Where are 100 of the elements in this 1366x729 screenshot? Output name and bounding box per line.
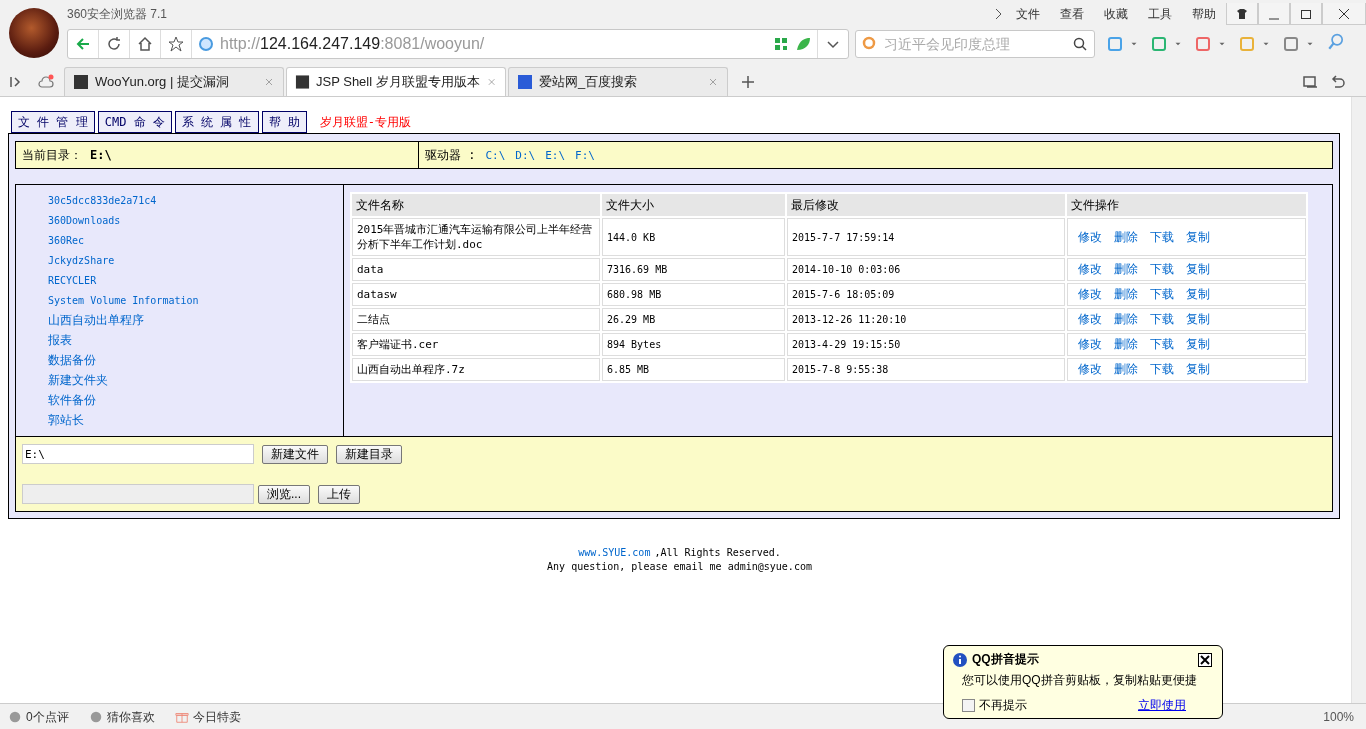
file-action-link[interactable]: 修改	[1078, 261, 1102, 278]
new-file-button[interactable]: 新建文件	[262, 444, 328, 464]
search-field[interactable]: 习近平会见印度总理	[882, 35, 1068, 53]
zoom-level[interactable]: 100%	[1323, 710, 1354, 724]
drive-link[interactable]: C:\	[485, 148, 506, 162]
path-input[interactable]: E:\	[22, 444, 254, 464]
file-action-link[interactable]: 下载	[1150, 311, 1174, 328]
favicon-icon	[73, 74, 89, 90]
file-action-link[interactable]: 删除	[1114, 228, 1138, 246]
nav-button[interactable]: 帮 助	[261, 111, 307, 133]
qr-code-icon	[773, 36, 789, 52]
file-action-link[interactable]: 删除	[1114, 361, 1138, 378]
file-name-cell: data	[352, 258, 600, 281]
folder-link[interactable]: 山西自动出单程序	[48, 313, 144, 333]
file-action-link[interactable]: 删除	[1114, 261, 1138, 278]
folder-link[interactable]: 报表	[48, 333, 72, 353]
file-name-cell: 山西自动出单程序.7z	[352, 358, 600, 381]
new-folder-button[interactable]: 新建目录	[336, 444, 402, 464]
folder-link[interactable]: 数据备份	[48, 353, 96, 373]
drive-link[interactable]: F:\	[575, 148, 595, 162]
folder-link[interactable]: RECYCLER	[48, 273, 97, 293]
skin-button[interactable]	[1226, 3, 1258, 25]
folder-link[interactable]: 新建文件夹	[48, 373, 108, 393]
file-action-link[interactable]: 下载	[1150, 336, 1174, 353]
info-icon	[952, 651, 968, 668]
file-action-link[interactable]: 修改	[1078, 311, 1102, 328]
modified-cell: 2015-7-8 9:55:38	[787, 358, 1065, 381]
file-action-link[interactable]: 删除	[1114, 311, 1138, 328]
favicon-icon	[295, 74, 310, 90]
checkbox[interactable]	[962, 699, 975, 712]
folder-link[interactable]: 软件备份	[48, 393, 96, 413]
menu-item[interactable]: 帮助	[1182, 5, 1226, 23]
folder-link[interactable]: 360Rec	[48, 233, 85, 253]
nav-button[interactable]: CMD 命 令	[97, 111, 172, 133]
file-action-link[interactable]: 复制	[1186, 336, 1210, 353]
browser-tab[interactable]: WooYun.org | 提交漏洞	[64, 67, 284, 96]
menu-item[interactable]: 查看	[1050, 5, 1094, 23]
file-action-link[interactable]: 下载	[1150, 361, 1174, 378]
file-action-link[interactable]: 复制	[1186, 311, 1210, 328]
gift-icon	[174, 710, 189, 724]
folder-link[interactable]: System Volume Information	[48, 293, 199, 313]
file-action-link[interactable]: 修改	[1078, 286, 1102, 303]
menu-item[interactable]: 文件	[1006, 5, 1050, 23]
contact-text: Any question, please email me admin@syue.com	[547, 561, 812, 572]
globe-icon	[198, 36, 214, 52]
status-item[interactable]: 0个点评	[8, 708, 69, 726]
file-action-link[interactable]: 复制	[1186, 228, 1210, 246]
file-action-link[interactable]: 修改	[1078, 336, 1102, 353]
file-action-link[interactable]: 下载	[1150, 286, 1174, 303]
minimize-icon	[1269, 17, 1279, 20]
browser-tab[interactable]: 爱站网_百度搜索	[508, 67, 728, 96]
avatar[interactable]	[9, 8, 59, 58]
file-size-cell: 680.98 MB	[602, 283, 785, 306]
window-list-icon	[1302, 74, 1318, 90]
folder-link[interactable]: JckydzShare	[48, 253, 115, 273]
file-size-cell: 6.85 MB	[602, 358, 785, 381]
column-header: 最后修改	[787, 194, 1065, 216]
favicon-icon	[517, 74, 533, 90]
modified-cell: 2015-7-7 17:59:14	[787, 218, 1065, 256]
browser-tab[interactable]: JSP Shell 岁月联盟专用版本	[286, 67, 506, 96]
menu-item[interactable]: 工具	[1138, 5, 1182, 23]
path-label: 当前目录：	[22, 146, 82, 164]
file-action-link[interactable]: 复制	[1186, 286, 1210, 303]
folder-link[interactable]: 郭站长	[48, 413, 84, 433]
file-action-link[interactable]: 复制	[1186, 361, 1210, 378]
browse-button[interactable]: 浏览...	[258, 484, 310, 504]
use-now-link[interactable]: 立即使用	[1138, 697, 1186, 714]
status-item[interactable]: 猜你喜欢	[88, 708, 155, 726]
folder-link[interactable]: 30c5dcc833de2a71c4	[48, 193, 157, 213]
scrollbar[interactable]	[1351, 97, 1366, 703]
drive-link[interactable]: E:\	[545, 148, 566, 162]
file-size-cell: 144.0 KB	[602, 218, 785, 256]
maximize-button[interactable]	[1290, 3, 1322, 25]
search-engine-icon	[862, 36, 878, 52]
nav-button[interactable]: 文 件 管 理	[11, 111, 95, 133]
upload-file-field[interactable]	[22, 484, 254, 504]
star-icon	[168, 36, 184, 52]
close-icon	[1200, 654, 1210, 665]
shirt-icon	[1236, 7, 1248, 20]
upload-button[interactable]: 上传	[318, 484, 360, 504]
url-text[interactable]: http://124.164.247.149:8081/wooyun/	[220, 35, 773, 53]
status-item[interactable]: 今日特卖	[174, 708, 241, 726]
menu-item[interactable]: 收藏	[1094, 5, 1138, 23]
file-action-link[interactable]: 修改	[1078, 361, 1102, 378]
close-button[interactable]	[1198, 652, 1212, 667]
drive-link[interactable]: D:\	[515, 148, 536, 162]
folder-link[interactable]: 360Downloads	[48, 213, 121, 233]
file-action-link[interactable]: 删除	[1114, 286, 1138, 303]
file-action-link[interactable]: 修改	[1078, 228, 1102, 246]
site-link[interactable]: www.SYUE.com	[578, 547, 651, 558]
file-action-link[interactable]: 删除	[1114, 336, 1138, 353]
column-header: 文件大小	[602, 194, 785, 216]
nav-button[interactable]: 系 统 属 性	[174, 111, 259, 133]
file-action-link[interactable]: 复制	[1186, 261, 1210, 278]
checkbox-label[interactable]: 不再提示	[979, 697, 1027, 714]
file-action-link[interactable]: 下载	[1150, 261, 1174, 278]
address-bar[interactable]: http://124.164.247.149:8081/wooyun/	[67, 29, 849, 59]
file-action-link[interactable]: 下载	[1150, 228, 1174, 246]
column-header: 文件操作	[1067, 194, 1306, 216]
search-bar[interactable]: 习近平会见印度总理	[855, 30, 1095, 58]
